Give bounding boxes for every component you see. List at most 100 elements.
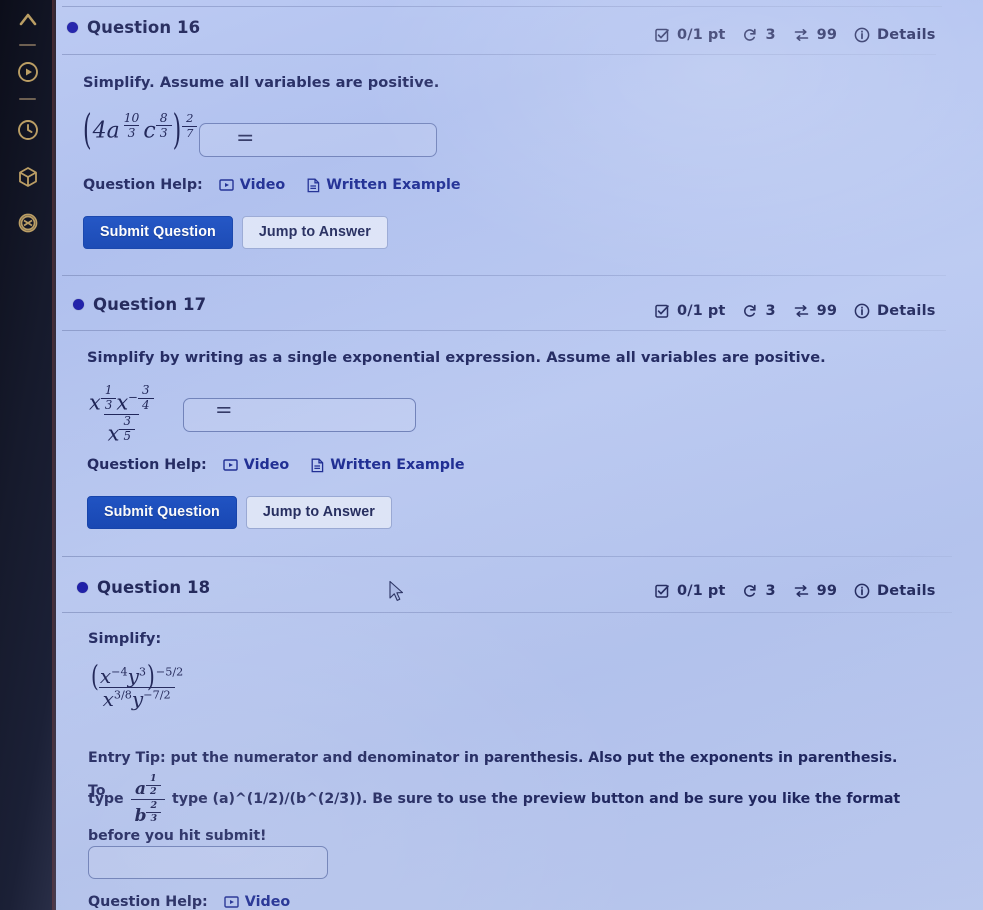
checkbox-icon [654, 583, 670, 599]
entry-tip-fraction: a12 b23 [130, 774, 166, 825]
video-help-link[interactable]: Video [224, 894, 290, 910]
question-help-18: Question Help: Video [88, 894, 290, 910]
attempts-badge: 3 [765, 27, 776, 43]
fraction: (x−4y3)−5/2 x3/8y−7/2 [86, 658, 187, 710]
details-link[interactable]: Details [877, 303, 936, 319]
jump-to-answer-button[interactable]: Jump to Answer [241, 216, 388, 249]
video-help-link[interactable]: Video [223, 457, 289, 473]
document-icon [311, 458, 324, 473]
numerator: x 1 3 x− 3 4 [85, 384, 158, 414]
play-circle-icon[interactable] [14, 58, 42, 86]
checkbox-icon [654, 27, 670, 43]
submit-question-button[interactable]: Submit Question [87, 496, 237, 529]
divider [62, 556, 952, 557]
open-paren: ( [83, 108, 92, 155]
math-expression-16: (4a 10 3 c 8 3) 2 7 [82, 108, 198, 154]
clock-icon[interactable] [14, 116, 42, 144]
denominator: x3/8y−7/2 [98, 687, 175, 709]
divider-line [19, 44, 36, 46]
math-expression-18: (x−4y3)−5/2 x3/8y−7/2 [86, 658, 187, 710]
cube-icon[interactable] [14, 163, 42, 191]
written-example-label: Written Example [330, 457, 465, 473]
written-example-label: Written Example [326, 177, 461, 193]
answer-input-18[interactable] [88, 846, 328, 879]
document-icon [307, 178, 320, 193]
left-sidebar [0, 0, 56, 910]
details-link[interactable]: Details [877, 27, 936, 43]
page-title: Question 16 [87, 18, 201, 37]
jump-to-answer-button[interactable]: Jump to Answer [245, 496, 392, 529]
exponent-c: 83 [155, 112, 172, 140]
version-badge: 99 [816, 583, 838, 599]
answer-input-16[interactable] [199, 123, 437, 157]
divider [62, 612, 952, 613]
info-icon[interactable] [854, 303, 870, 319]
question-title-17: Question 17 [93, 295, 207, 314]
question-help-16: Question Help: Video Written Example [83, 177, 461, 193]
help-label: Question Help: [87, 457, 207, 473]
help-label: Question Help: [83, 177, 203, 193]
question-prompt: Simplify. Assume all variables are posit… [83, 74, 440, 91]
entry-tip-line-2: type a12 b23 type (a)^(1/2)/(b^(2/3)). B… [88, 774, 938, 825]
question-title-18: Question 18 [97, 578, 211, 597]
points-badge: 0/1 pt [677, 583, 726, 599]
points-badge: 0/1 pt [677, 303, 726, 319]
divider [62, 275, 946, 276]
question-header-16: Question 16 [67, 18, 200, 37]
numerator: (x−4y3)−5/2 [91, 658, 184, 694]
question-meta-16: 0/1 pt 3 99 Details [654, 27, 936, 43]
divider [62, 330, 946, 331]
question-help-17: Question Help: Video Written Example [87, 457, 465, 473]
points-badge: 0/1 pt [677, 27, 726, 43]
coefficient: 4 [92, 118, 107, 144]
video-icon [223, 458, 238, 472]
status-dot [77, 582, 88, 593]
divider-line [19, 98, 36, 100]
close-paren: ) [172, 108, 182, 155]
shuffle-icon [793, 27, 810, 43]
denominator: x35 [103, 414, 139, 444]
caret-up-icon[interactable] [14, 6, 42, 34]
exponent-a: 10 3 [123, 111, 140, 141]
attempts-badge: 3 [765, 583, 776, 599]
written-example-link[interactable]: Written Example [311, 457, 465, 473]
action-buttons-17: Submit Question Jump to Answer [87, 496, 392, 529]
question-meta-18: 0/1 pt 3 99 Details [654, 583, 936, 599]
entry-tip-type-word: type [88, 791, 124, 808]
submit-question-button[interactable]: Submit Question [83, 216, 233, 249]
fraction: x 1 3 x− 3 4 x35 [85, 384, 158, 445]
checkbox-icon [654, 303, 670, 319]
written-example-link[interactable]: Written Example [307, 177, 461, 193]
question-prompt-18: Simplify: [88, 630, 162, 647]
video-icon [224, 895, 239, 909]
video-help-link[interactable]: Video [219, 177, 285, 193]
status-dot [73, 299, 84, 310]
question-header-17: Question 17 [73, 295, 206, 314]
video-icon [219, 178, 234, 192]
version-badge: 99 [816, 303, 838, 319]
refresh-icon [742, 27, 758, 43]
question-prompt-17: Simplify by writing as a single exponent… [87, 349, 826, 366]
status-dot [67, 22, 78, 33]
base-a: a [106, 118, 120, 144]
version-badge: 99 [816, 27, 838, 43]
shuffle-icon [793, 303, 810, 319]
divider [62, 6, 942, 7]
question-header-18: Question 18 [77, 578, 210, 597]
flower-icon[interactable] [14, 209, 42, 237]
base-c: c [143, 118, 156, 144]
info-icon[interactable] [854, 583, 870, 599]
help-label: Question Help: [88, 894, 208, 910]
entry-tip-rest: type (a)^(1/2)/(b^(2/3)). Be sure to use… [172, 791, 901, 808]
info-icon[interactable] [854, 27, 870, 43]
details-link[interactable]: Details [877, 583, 936, 599]
refresh-icon [742, 303, 758, 319]
math-expression-17: x 1 3 x− 3 4 x35 [85, 384, 158, 445]
outer-exponent: 27 [182, 112, 198, 139]
video-label: Video [243, 457, 290, 473]
divider [62, 54, 936, 55]
answer-input-17[interactable] [183, 398, 416, 432]
action-buttons-16: Submit Question Jump to Answer [83, 216, 388, 249]
question-meta-17: 0/1 pt 3 99 Details [654, 303, 936, 319]
question-list: Question 16 0/1 pt 3 99 Details Simplify… [56, 0, 983, 910]
